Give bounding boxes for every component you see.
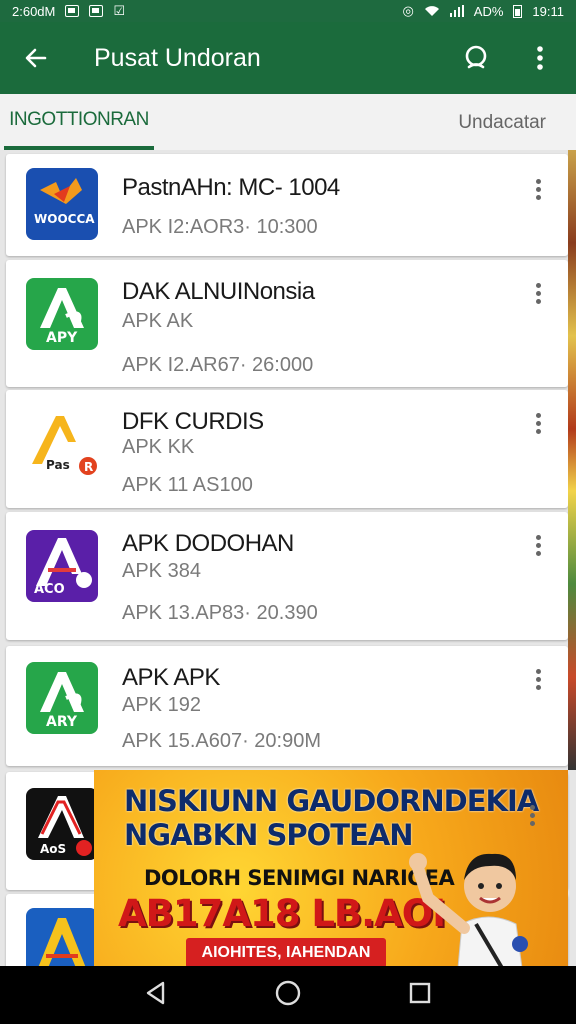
more-vert-icon xyxy=(535,412,541,418)
app-name: DFK CURDIS xyxy=(122,408,264,435)
system-nav-bar xyxy=(0,966,576,1024)
tab-installed[interactable]: INGOTTIONRAN xyxy=(4,94,154,150)
nav-back-button[interactable] xyxy=(143,980,169,1011)
app-icon-label: AoS xyxy=(40,842,67,856)
more-vert-icon xyxy=(529,804,535,810)
tab-updates[interactable]: Undacatar xyxy=(458,112,546,134)
background-image-strip xyxy=(568,150,576,770)
svg-text:R: R xyxy=(84,460,93,474)
app-icon: R Pas xyxy=(26,408,98,480)
app-meta: APK I2:AOR3· 10:300 xyxy=(122,216,318,238)
app-icon: APY xyxy=(26,278,98,350)
page-title: Pusat Undoran xyxy=(94,43,261,72)
banner-headline: NISKIUNN GAUDORNDEKIA xyxy=(124,784,539,818)
battery-icon xyxy=(513,4,523,18)
app-icon-label: ACO xyxy=(34,582,65,597)
app-icon-label: WOOCCA xyxy=(34,212,95,226)
tab-bar: INGOTTIONRAN Undacatar xyxy=(0,94,576,150)
app-icon-label: ARY xyxy=(46,714,77,730)
app-name: DAK ALNUINonsia xyxy=(122,278,315,305)
app-sub: APK KK xyxy=(122,436,195,458)
app-name: APK DODOHAN xyxy=(122,530,294,557)
item-more-button[interactable] xyxy=(526,408,550,438)
promo-banner[interactable]: NISKIUNN GAUDORNDEKIA NGABKN SPOTEAN DOL… xyxy=(94,770,568,966)
app-icon: AoS xyxy=(26,788,98,860)
banner-code: AB17A18 LB.AOI xyxy=(118,892,446,935)
list-item[interactable]: R Pas DFK CURDIS APK KK APK 11 AS100 xyxy=(6,390,568,508)
status-clock: 19:11 xyxy=(532,3,564,19)
list-item[interactable]: WOOCCA PastnAHn: MC- 1004 APK I2:AOR3· 1… xyxy=(6,154,568,256)
banner-ribbon: AIOHITES, IAHENDAN xyxy=(186,938,386,966)
app-sub: APK AK xyxy=(122,310,194,332)
app-meta: APK 15.A607· 20:90M xyxy=(122,730,322,752)
arrow-left-icon xyxy=(25,48,47,68)
letter-a-blue-icon xyxy=(38,918,86,966)
banner-more-button[interactable] xyxy=(520,800,544,830)
list-item[interactable]: ACO APK DODOHAN APK 384 APK 13.AP83· 20.… xyxy=(6,512,568,640)
app-sub: APK 192 xyxy=(122,694,201,716)
app-sub: APK 384 xyxy=(122,560,201,582)
app-icon-label: Pas xyxy=(46,458,70,472)
nav-recents-button[interactable] xyxy=(407,980,433,1011)
app-meta: APK 11 AS100 xyxy=(122,474,253,496)
more-vert-icon xyxy=(535,534,541,540)
overflow-menu-button[interactable] xyxy=(520,38,560,78)
gallery-notification-icon xyxy=(65,5,80,17)
item-more-button[interactable] xyxy=(526,530,550,560)
more-vert-icon xyxy=(535,178,541,184)
back-button[interactable] xyxy=(16,38,56,78)
alarm-icon: ◎ xyxy=(402,3,414,18)
app-icon: ACO xyxy=(26,530,98,602)
nav-home-button[interactable] xyxy=(274,979,302,1012)
item-more-button[interactable] xyxy=(526,664,550,694)
check-notification-icon: ☑ xyxy=(113,3,126,18)
battery-percent: AD% xyxy=(473,3,504,19)
app-name: PastnAHn: MC- 1004 xyxy=(122,174,340,201)
list-item[interactable]: ARY APK APK APK 192 APK 15.A607· 20:90M xyxy=(6,646,568,766)
item-more-button[interactable] xyxy=(526,174,550,204)
app-icon xyxy=(26,908,98,966)
signal-icon xyxy=(449,5,464,17)
search-icon xyxy=(465,45,487,69)
more-vert-icon xyxy=(535,668,541,674)
image-notification-icon xyxy=(89,5,104,17)
app-name: APK APK xyxy=(122,664,220,691)
more-vert-icon xyxy=(535,282,541,288)
circle-home-icon xyxy=(275,980,301,1005)
app-meta: APK I2.AR67· 26:000 xyxy=(122,354,314,376)
square-recents-icon xyxy=(410,982,431,1003)
app-icon: WOOCCA xyxy=(26,168,98,240)
search-button[interactable] xyxy=(456,38,496,78)
banner-subheadline: NGABKN SPOTEAN xyxy=(124,818,414,852)
triangle-back-icon xyxy=(146,981,164,1004)
list-item[interactable]: APY DAK ALNUINonsia APK AK APK I2.AR67· … xyxy=(6,260,568,387)
status-time: 2:60dM xyxy=(12,3,56,19)
mascot-person-illustration xyxy=(409,853,528,966)
item-more-button[interactable] xyxy=(526,278,550,308)
app-icon-label: APY xyxy=(46,330,78,346)
bird-logo-icon xyxy=(40,178,82,204)
wifi-icon xyxy=(424,6,439,16)
app-icon: ARY xyxy=(26,662,98,734)
app-meta: APK 13.AP83· 20.390 xyxy=(122,602,318,624)
status-bar: 2:60dM ☑ ◎ AD% 19:11 xyxy=(0,0,576,22)
app-bar: Pusat Undoran xyxy=(0,22,576,94)
more-vert-icon xyxy=(537,46,543,70)
